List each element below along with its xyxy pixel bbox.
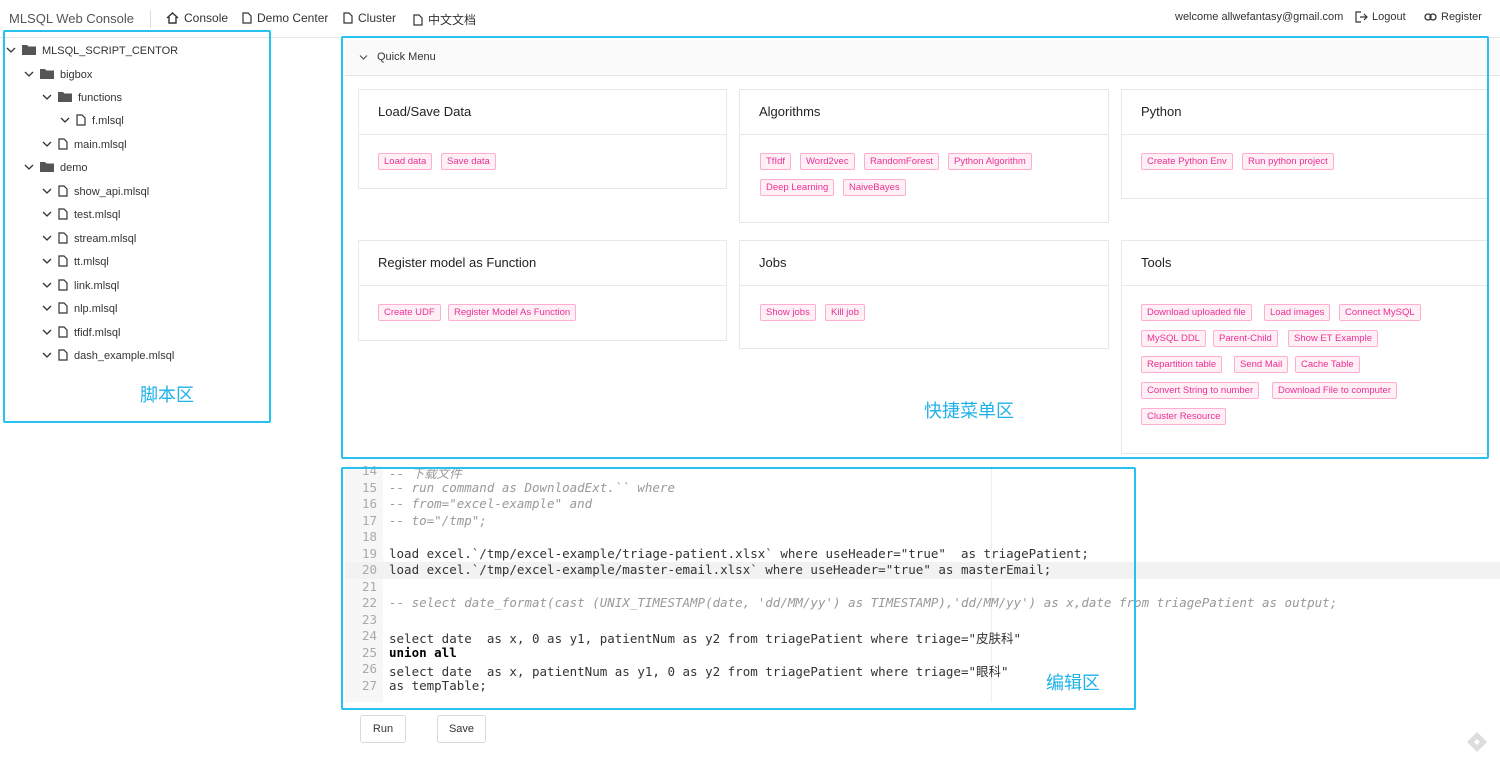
- nav-cluster-label: Cluster: [358, 11, 397, 25]
- register-label: Register: [1441, 11, 1482, 23]
- logout-link[interactable]: Logout: [1355, 11, 1406, 23]
- register-link[interactable]: Register: [1424, 11, 1482, 23]
- diamond-icon[interactable]: [1466, 731, 1488, 753]
- welcome-text: welcome allwefantasy@gmail.com: [1175, 11, 1344, 23]
- nav-cluster[interactable]: Cluster: [343, 11, 396, 25]
- menu-zone-outline: [341, 36, 1489, 459]
- editor-zone-outline: [341, 467, 1136, 710]
- app-brand[interactable]: MLSQL Web Console: [9, 11, 134, 26]
- script-zone-label: 脚本区: [140, 385, 194, 406]
- logout-label: Logout: [1372, 11, 1406, 23]
- nav-chinese-docs[interactable]: 中文文档: [413, 11, 476, 28]
- run-button[interactable]: Run: [360, 715, 406, 743]
- file-icon: [343, 12, 353, 24]
- file-icon: [242, 12, 252, 24]
- editor-zone-label: 编辑区: [1046, 673, 1100, 694]
- nav-console-label: Console: [184, 11, 229, 25]
- link-icon: [1424, 13, 1437, 21]
- file-icon: [413, 13, 423, 26]
- nav-divider: [150, 10, 151, 28]
- nav-demo-center[interactable]: Demo Center: [242, 11, 328, 25]
- nav-console[interactable]: Console: [166, 11, 228, 25]
- nav-demo-center-label: Demo Center: [257, 11, 329, 25]
- logout-icon: [1355, 11, 1368, 23]
- script-zone-outline: [3, 30, 271, 423]
- nav-chinese-docs-label: 中文文档: [428, 13, 477, 27]
- home-icon: [166, 12, 179, 24]
- menu-zone-label: 快捷菜单区: [924, 401, 1014, 422]
- save-button[interactable]: Save: [437, 715, 486, 743]
